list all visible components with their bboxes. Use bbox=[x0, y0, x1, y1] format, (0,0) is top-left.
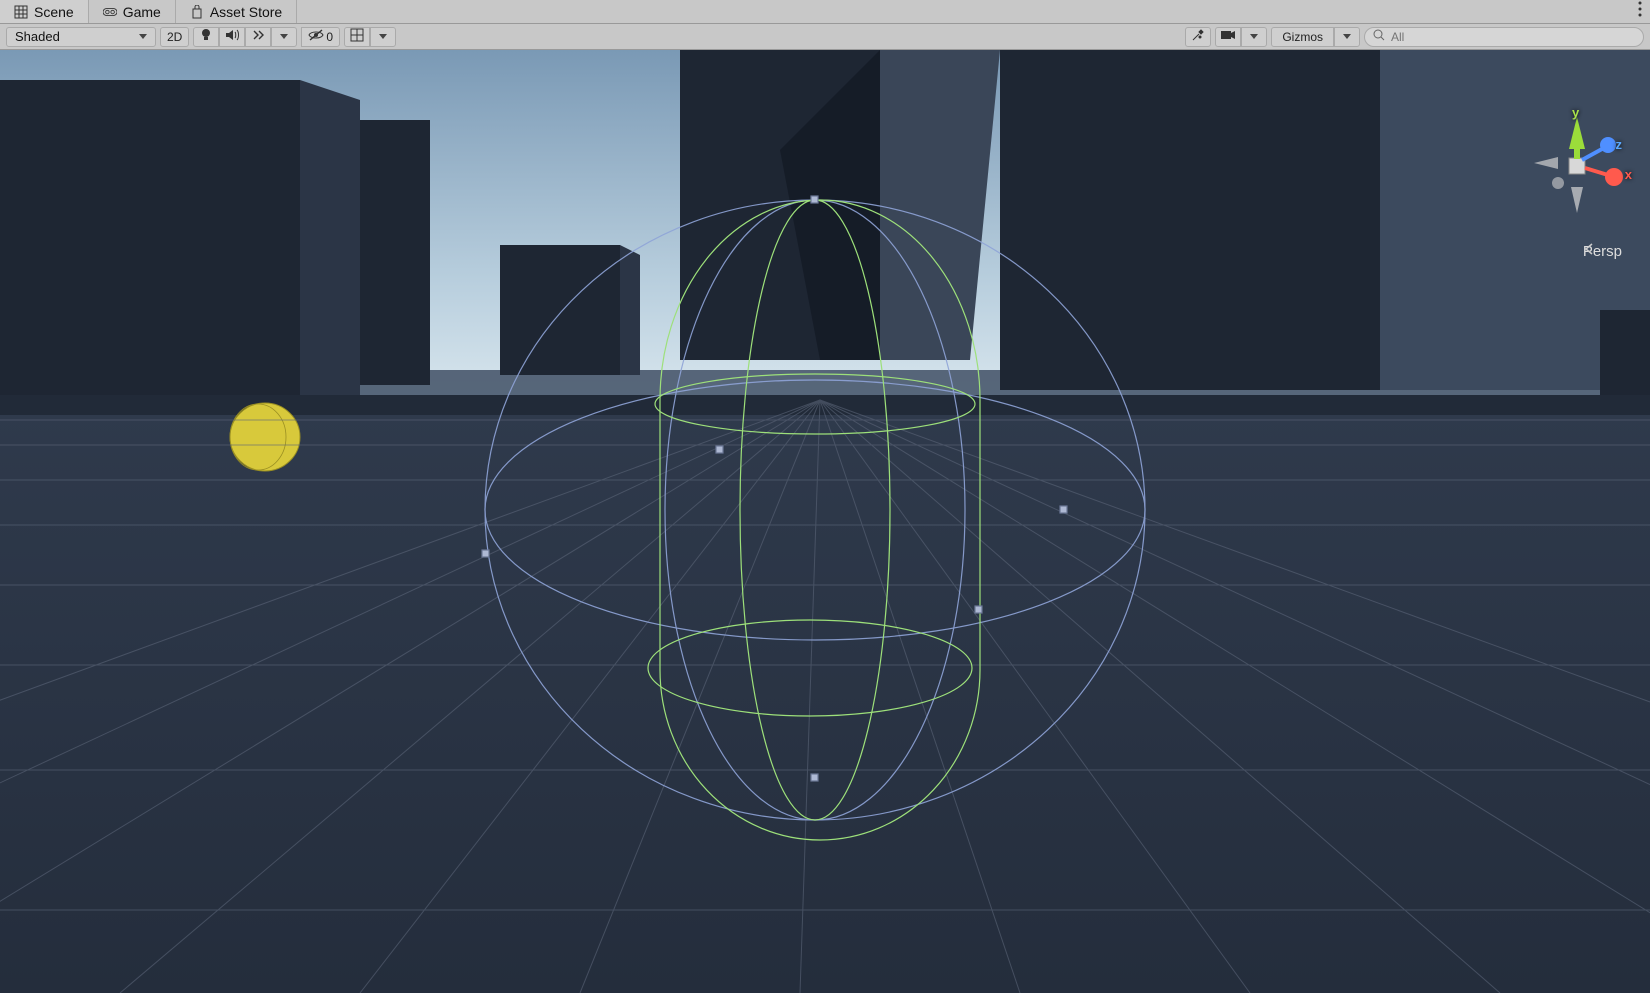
chevron-down-icon bbox=[139, 34, 147, 39]
kebab-menu-icon[interactable] bbox=[1638, 1, 1642, 22]
gizmos-toggle[interactable]: Gizmos bbox=[1271, 27, 1334, 47]
scene-search[interactable] bbox=[1364, 27, 1644, 47]
light-gizmo[interactable] bbox=[230, 403, 300, 471]
tools-icon bbox=[1191, 28, 1205, 45]
tab-asset-store[interactable]: Asset Store bbox=[176, 0, 297, 23]
hidden-objects-toggle[interactable]: 0 bbox=[301, 27, 340, 47]
gizmos-group: Gizmos bbox=[1271, 27, 1360, 47]
grid-snap-toggle[interactable] bbox=[344, 27, 370, 47]
orientation-gizmo-svg bbox=[1522, 105, 1632, 225]
toggle-2d-button[interactable]: 2D bbox=[160, 27, 189, 47]
grid-icon bbox=[14, 5, 28, 19]
scene-viewport[interactable]: y z x Persp bbox=[0, 50, 1650, 993]
scene-fx-toggle[interactable] bbox=[245, 27, 271, 47]
component-tools-button[interactable] bbox=[1185, 27, 1211, 47]
scene-render bbox=[0, 50, 1650, 993]
tab-bar: Scene Game Asset Store bbox=[0, 0, 1650, 24]
chevron-down-icon bbox=[280, 34, 288, 39]
bag-icon bbox=[190, 5, 204, 19]
tab-scene[interactable]: Scene bbox=[0, 0, 89, 23]
scene-buildings bbox=[0, 50, 1650, 400]
axis-y-label: y bbox=[1572, 105, 1579, 120]
scene-toolbar: Shaded 2D 0 bbox=[0, 24, 1650, 50]
grid-snap-icon bbox=[350, 28, 364, 45]
speaker-icon bbox=[225, 29, 239, 44]
search-input[interactable] bbox=[1391, 30, 1635, 44]
tab-label: Asset Store bbox=[210, 4, 282, 20]
axis-x-label: x bbox=[1625, 167, 1632, 182]
camera-icon bbox=[1220, 29, 1236, 44]
fx-icon bbox=[251, 29, 265, 44]
unity-scene-window: Scene Game Asset Store Shaded 2D bbox=[0, 0, 1650, 993]
scene-camera-button[interactable] bbox=[1215, 27, 1241, 47]
camera-dropdown[interactable] bbox=[1241, 27, 1267, 47]
chevron-down-icon bbox=[1250, 34, 1258, 39]
scene-lighting-toggle[interactable] bbox=[193, 27, 219, 47]
grid-tools-group bbox=[344, 27, 396, 47]
gizmos-label: Gizmos bbox=[1282, 30, 1323, 44]
visibility-group: 0 bbox=[301, 27, 340, 47]
fx-dropdown[interactable] bbox=[271, 27, 297, 47]
tab-label: Game bbox=[123, 4, 161, 20]
lightbulb-icon bbox=[200, 28, 212, 45]
camera-group bbox=[1215, 27, 1267, 47]
toggle-2d-label: 2D bbox=[167, 30, 182, 44]
gizmos-dropdown[interactable] bbox=[1334, 27, 1360, 47]
shading-mode-label: Shaded bbox=[15, 29, 60, 44]
tab-game[interactable]: Game bbox=[89, 0, 176, 23]
chevron-down-icon bbox=[1343, 34, 1351, 39]
axis-z-label: z bbox=[1616, 137, 1623, 152]
eye-off-icon bbox=[308, 29, 324, 44]
search-icon bbox=[1373, 28, 1385, 46]
scene-audio-toggle[interactable] bbox=[219, 27, 245, 47]
lighting-audio-fx-group bbox=[193, 27, 297, 47]
orientation-gizmo[interactable]: y z x Persp bbox=[1522, 105, 1632, 260]
shading-mode-dropdown[interactable]: Shaded bbox=[6, 27, 156, 47]
grid-dropdown[interactable] bbox=[370, 27, 396, 47]
tab-label: Scene bbox=[34, 4, 74, 20]
chevron-down-icon bbox=[379, 34, 387, 39]
projection-toggle[interactable]: Persp bbox=[1583, 243, 1622, 260]
chevron-left-icon bbox=[1583, 243, 1597, 255]
hidden-count-label: 0 bbox=[326, 30, 333, 44]
goggles-icon bbox=[103, 5, 117, 19]
